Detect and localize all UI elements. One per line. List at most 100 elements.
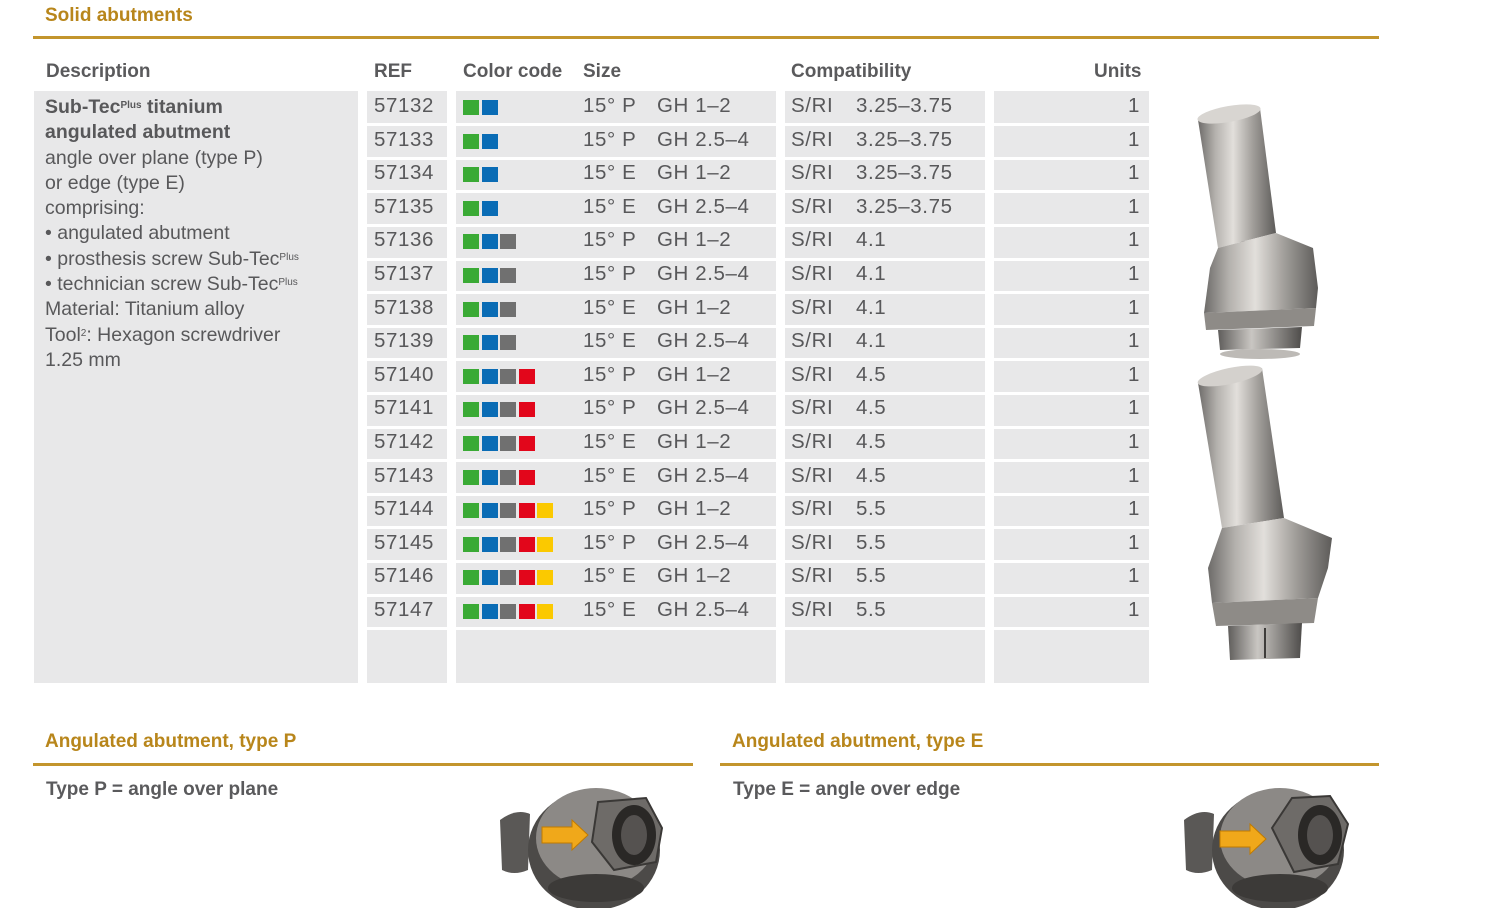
row-divider [367, 492, 447, 496]
size-gh-cell: GH 1–2 [657, 295, 732, 319]
color-swatch-blue [481, 536, 498, 552]
units-cell: 1 [1127, 463, 1140, 487]
color-swatch-green [463, 402, 479, 418]
size-gh-cell: GH 1–2 [657, 228, 732, 252]
color-swatch-blue [481, 167, 498, 183]
compat-system-cell: S/RI [791, 194, 834, 218]
size-angle-cell: 15° P [583, 94, 637, 117]
compat-diameter-cell: 4.5 [856, 362, 887, 386]
row-divider [994, 559, 1149, 563]
compat-system-cell: S/RI [791, 396, 834, 420]
units-cell: 1 [1127, 94, 1140, 117]
abutment-type-p-illustration [500, 788, 664, 908]
compat-diameter-cell: 3.25–3.75 [856, 94, 953, 117]
size-angle-cell: 15° P [583, 396, 637, 420]
row-divider [994, 391, 1149, 395]
color-swatch-blue [481, 301, 498, 317]
units-cell: 1 [1127, 329, 1140, 353]
ref-cell: 57147 [374, 598, 435, 621]
row-divider [994, 593, 1149, 597]
row-divider [994, 358, 1149, 362]
type-e-title: Angulated abutment, type E [732, 731, 984, 752]
color-swatch-green [463, 436, 479, 451]
row-divider [785, 156, 985, 160]
color-swatch-blue [481, 200, 498, 216]
size-gh-cell: GH 2.5–4 [657, 194, 750, 218]
units-cell: 1 [1127, 362, 1140, 386]
color-swatch-red [518, 604, 535, 619]
row-divider [785, 358, 985, 362]
type-e-rule [720, 763, 1379, 766]
row-divider [456, 123, 776, 127]
ref-cell: 57133 [374, 127, 435, 151]
size-angle-cell: 15° P [583, 262, 637, 285]
color-swatch-green [463, 234, 479, 250]
color-swatch-gray [500, 536, 516, 552]
header-color-code: Color code [463, 61, 563, 82]
row-divider [367, 425, 447, 429]
header-size: Size [583, 61, 622, 82]
row-divider [456, 223, 776, 227]
color-swatch-yellow [537, 536, 553, 552]
color-swatch-red [518, 436, 535, 451]
row-divider [367, 627, 447, 631]
row-divider [994, 324, 1149, 328]
row-divider [367, 123, 447, 127]
color-swatch-blue [481, 335, 498, 351]
color-swatch-red [518, 536, 535, 552]
row-divider [994, 526, 1149, 530]
row-divider [785, 627, 985, 631]
row-divider [994, 425, 1149, 429]
ref-cell: 57134 [374, 161, 435, 185]
compat-diameter-cell: 5.5 [856, 564, 887, 588]
row-divider [994, 627, 1149, 631]
color-swatch-blue [481, 368, 498, 384]
row-divider [785, 593, 985, 597]
color-swatch-green [463, 133, 479, 149]
row-divider [367, 324, 447, 328]
row-divider [785, 190, 985, 194]
units-cell: 1 [1127, 228, 1140, 252]
color-swatch-red [518, 368, 535, 384]
size-gh-cell: GH 2.5–4 [657, 598, 750, 621]
compat-diameter-cell: 4.5 [856, 430, 887, 453]
units-cell: 1 [1127, 262, 1140, 285]
color-swatch-blue [481, 133, 498, 149]
size-gh-cell: GH 1–2 [657, 430, 732, 453]
size-angle-cell: 15° E [583, 329, 637, 353]
row-divider [456, 391, 776, 395]
compat-system-cell: S/RI [791, 161, 834, 185]
color-swatch-blue [481, 469, 498, 485]
row-divider [367, 459, 447, 463]
units-cell: 1 [1127, 194, 1140, 218]
row-divider [785, 291, 985, 295]
header-units: Units [1094, 61, 1142, 82]
color-swatch-gray [500, 570, 516, 586]
compat-diameter-cell: 4.5 [856, 396, 887, 420]
size-angle-cell: 15° P [583, 362, 637, 386]
row-divider [994, 156, 1149, 160]
size-angle-cell: 15° P [583, 127, 637, 151]
color-swatch-gray [500, 368, 516, 384]
ref-cell: 57143 [374, 463, 435, 487]
row-divider [367, 391, 447, 395]
compat-diameter-cell: 3.25–3.75 [856, 161, 953, 185]
type-p-rule [33, 763, 693, 766]
type-e-text: Type E = angle over edge [733, 779, 961, 800]
color-swatch-green [463, 200, 479, 216]
color-swatch-gray [500, 301, 516, 317]
row-divider [785, 526, 985, 530]
row-divider [785, 559, 985, 563]
color-swatch-green [463, 503, 479, 519]
row-divider [367, 559, 447, 563]
row-divider [785, 425, 985, 429]
component-item: • prosthesis screw Sub-TecPlus [45, 247, 299, 270]
row-divider [456, 627, 776, 631]
size-gh-cell: GH 1–2 [657, 94, 732, 117]
product-description: Sub-TecPlus titanium angulated abutment … [45, 95, 350, 373]
color-swatch-yellow [537, 570, 553, 586]
row-divider [785, 391, 985, 395]
size-gh-cell: GH 2.5–4 [657, 329, 750, 353]
compat-diameter-cell: 3.25–3.75 [856, 194, 953, 218]
angulated-abutment-illustration [1197, 104, 1332, 660]
